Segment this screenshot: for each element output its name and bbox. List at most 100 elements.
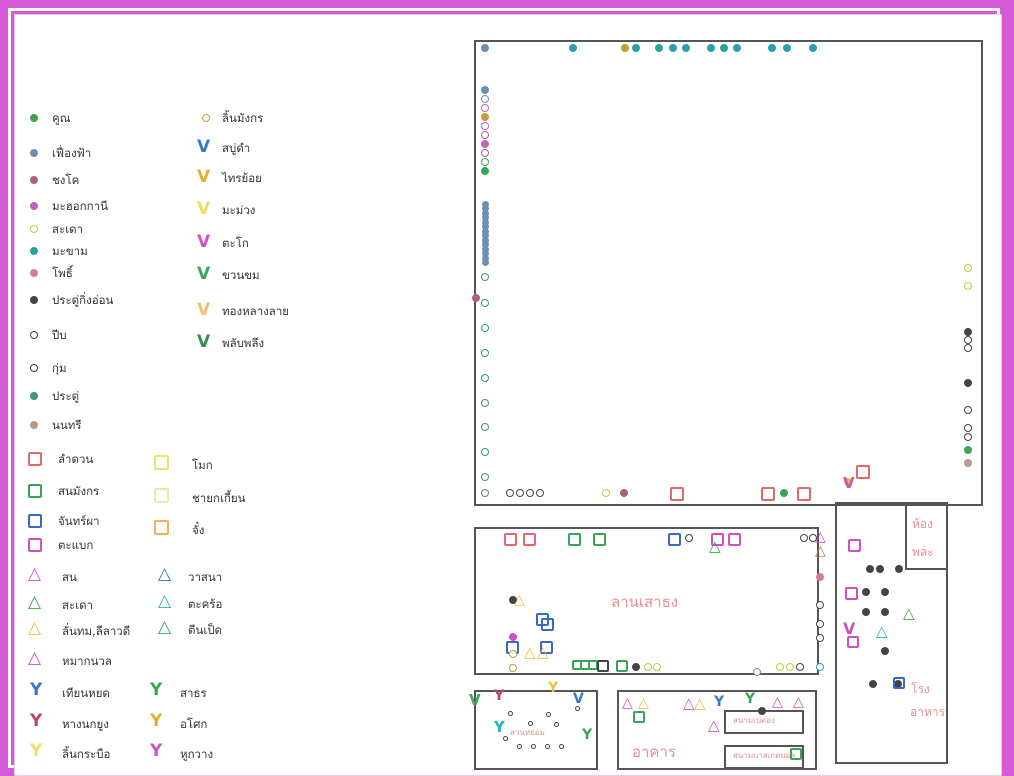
legend-square-icon — [154, 455, 169, 470]
tree-marker — [526, 489, 534, 497]
legend-label: ตะแบก — [58, 538, 94, 552]
tree-marker-glyph: V — [469, 691, 481, 709]
legend-circle-icon — [30, 149, 38, 157]
tree-marker — [796, 663, 804, 671]
tree-marker — [553, 721, 559, 727]
legend-y-icon: Y — [150, 741, 163, 761]
tree-marker — [632, 663, 640, 671]
legend-label: หางนกยูง — [62, 717, 109, 731]
legend-triangle-icon: △ — [158, 591, 172, 611]
tree-marker-glyph: V — [843, 474, 855, 492]
legend-square-icon — [154, 520, 169, 535]
legend-label: จันทร์ผา — [58, 514, 100, 528]
tree-marker-square — [893, 677, 905, 689]
tree-marker — [809, 44, 817, 52]
tree-marker-glyph: △ — [524, 643, 536, 661]
legend-v-icon: V — [197, 300, 211, 320]
legend-label: ปีบ — [52, 328, 67, 342]
tree-marker-square — [597, 660, 609, 672]
legend-y-icon: Y — [150, 680, 163, 700]
tree-marker — [502, 735, 508, 741]
legend-label: ทองหลางลาย — [222, 304, 290, 318]
legend-v-icon: V — [197, 199, 211, 219]
tree-marker-glyph: △ — [709, 537, 721, 555]
tree-marker — [682, 44, 690, 52]
legend-square-icon — [28, 514, 42, 528]
tree-marker — [509, 633, 517, 641]
tree-marker — [632, 44, 640, 52]
tree-marker-glyph: △ — [793, 694, 804, 710]
garden-label: สวนหย่อม — [510, 728, 545, 737]
tree-marker — [881, 588, 889, 596]
legend-label: หูกวาง — [180, 747, 214, 761]
tree-marker-glyph: △ — [622, 695, 633, 711]
tree-marker-square — [593, 533, 606, 546]
tree-marker — [509, 650, 517, 658]
legend-label: อโศก — [180, 717, 208, 731]
tree-marker-square — [845, 587, 858, 600]
legend-y-icon: Y — [150, 711, 163, 731]
legend-circle-icon — [30, 225, 38, 233]
legend-label: ไทรย้อย — [222, 171, 262, 185]
tree-marker — [964, 344, 972, 352]
legend-v-icon: V — [197, 167, 211, 187]
room-label-bottom: พละ — [912, 545, 934, 559]
tree-marker-square — [856, 465, 870, 479]
legend-label: สน — [62, 570, 77, 584]
tree-marker — [655, 44, 663, 52]
legend-triangle-icon: △ — [28, 648, 42, 668]
main-field-boundary — [474, 40, 983, 506]
legend-circle-icon — [30, 247, 38, 255]
legend-circle-icon — [202, 114, 210, 122]
tree-marker — [776, 663, 784, 671]
legend-triangle-icon: △ — [28, 592, 42, 612]
tree-marker-square — [847, 636, 859, 648]
tree-marker — [481, 489, 489, 497]
legend-triangle-icon: △ — [28, 618, 42, 638]
legend-label: สนมังกร — [58, 484, 100, 498]
legend-square-icon — [28, 484, 42, 498]
tree-marker-square — [541, 618, 554, 631]
tree-marker — [800, 534, 808, 542]
tree-marker — [685, 534, 693, 542]
tree-marker — [895, 565, 903, 573]
legend-label: มะขาม — [52, 244, 88, 258]
tree-marker — [816, 663, 824, 671]
tree-marker-glyph: △ — [876, 622, 888, 640]
tree-marker — [707, 44, 715, 52]
legend-label: ตะคร้อ — [188, 597, 223, 611]
tree-marker — [786, 663, 794, 671]
tree-marker — [530, 743, 536, 749]
tree-marker-square — [568, 533, 581, 546]
legend-circle-icon — [30, 364, 38, 372]
courtyard-label: ลานเสาธง — [611, 593, 679, 611]
tree-marker — [964, 424, 972, 432]
legend-label: หมากนวล — [62, 654, 112, 668]
legend-square-icon — [154, 488, 169, 503]
tree-marker — [507, 710, 513, 716]
tree-marker — [509, 664, 517, 672]
tree-marker — [964, 406, 972, 414]
legend-label: ประดู่กิ่งอ่อน — [52, 293, 114, 307]
legend-circle-icon — [30, 269, 38, 277]
room-label-top: ห้อง — [912, 517, 933, 531]
tree-marker — [516, 743, 522, 749]
legend-label: พลับพลึง — [222, 336, 265, 350]
tree-marker — [481, 86, 489, 94]
tree-marker-glyph: △ — [903, 604, 915, 622]
legend-label: วาสนา — [188, 570, 223, 584]
tree-marker-glyph: △ — [708, 716, 720, 734]
legend-y-icon: Y — [30, 680, 43, 700]
tree-marker — [481, 259, 489, 266]
legend-label: โมก — [192, 458, 213, 472]
legend-label: สาธร — [180, 686, 207, 700]
legend-label: โพธิ์ — [52, 266, 73, 280]
tree-marker — [862, 608, 870, 616]
tree-marker — [866, 565, 874, 573]
tree-marker-square — [504, 533, 517, 546]
tree-marker — [481, 44, 489, 52]
tree-marker-square — [848, 539, 861, 552]
tree-marker-square — [633, 711, 645, 723]
tree-marker — [481, 473, 489, 481]
tree-marker — [869, 680, 877, 688]
